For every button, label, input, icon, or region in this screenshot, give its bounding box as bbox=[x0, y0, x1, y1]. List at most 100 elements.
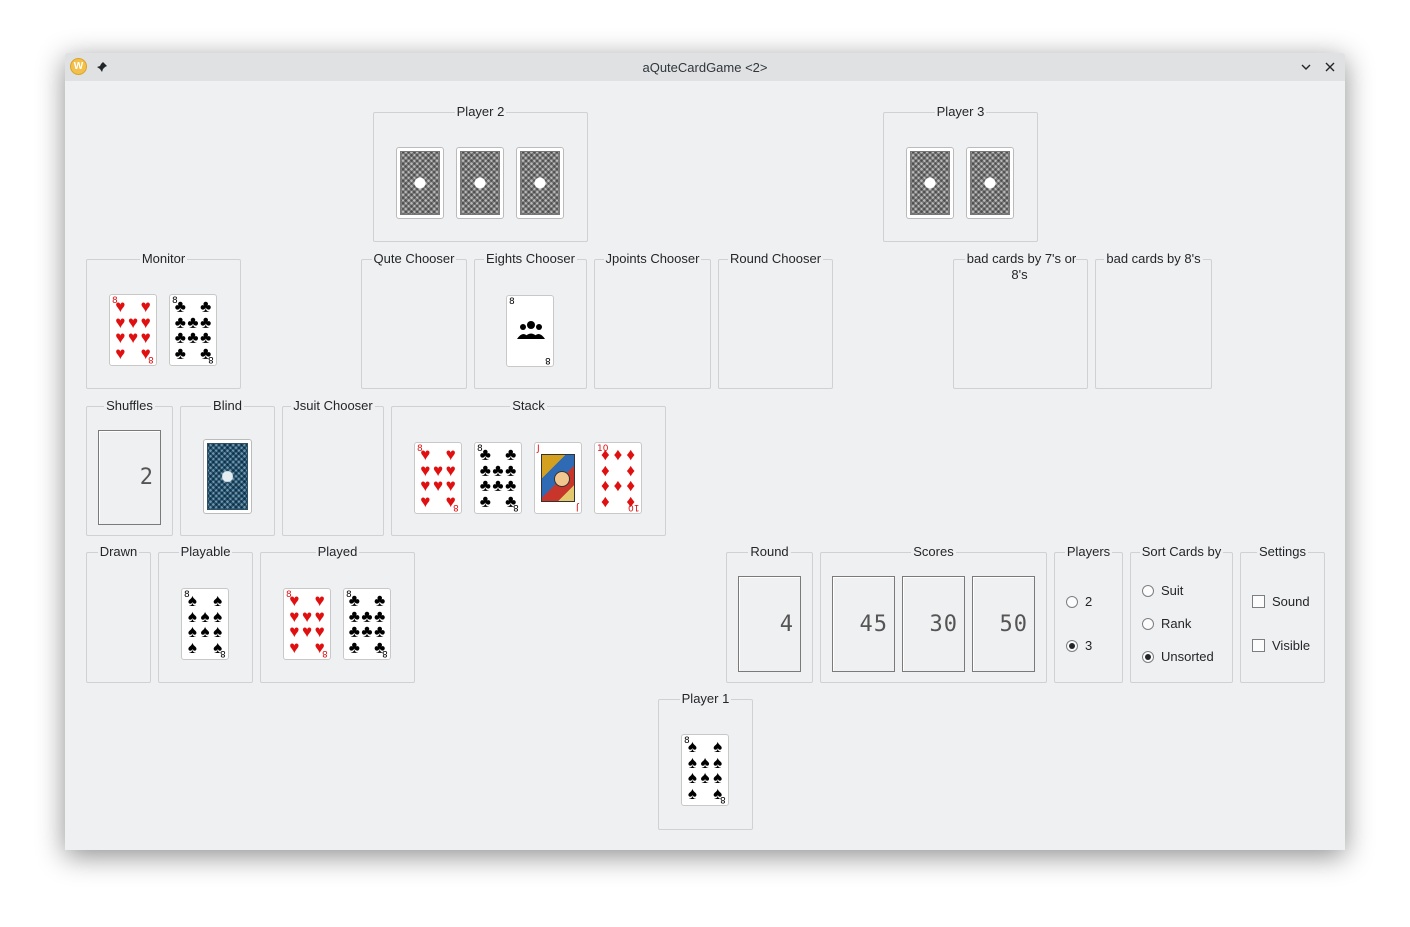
jack-face-icon bbox=[541, 454, 575, 502]
playing-card-J-hearts[interactable]: JJ bbox=[534, 442, 582, 514]
playing-card-8-clubs[interactable]: 8 8 ♣ ♣ ♣ ♣ ♣ ♣ ♣ ♣ ♣ ♣ bbox=[343, 588, 391, 660]
blind-label: Blind bbox=[211, 398, 244, 413]
sort-cards-group: Sort Cards by Suit Rank Unsorted bbox=[1130, 544, 1233, 683]
checkbox-label: Visible bbox=[1272, 638, 1311, 653]
jpoints-chooser-label: Jpoints Chooser bbox=[603, 251, 702, 266]
settings-group: Settings Sound Visible bbox=[1240, 544, 1325, 683]
player2-group: Player 2 bbox=[373, 104, 588, 242]
eights-chooser-card[interactable]: 8 8 bbox=[506, 295, 554, 367]
shuffles-label: Shuffles bbox=[104, 398, 155, 413]
diamonds-pips-icon: ♦ ♦ ♦ ♦ ♦ ♦ ♦ ♦ ♦ ♦ bbox=[600, 445, 635, 511]
setting-visible[interactable]: Visible bbox=[1252, 638, 1310, 653]
playing-card-8-clubs[interactable]: 8 8 ♣ ♣ ♣ ♣ ♣ ♣ ♣ ♣ ♣ ♣ bbox=[474, 442, 522, 514]
card-rank: 8 bbox=[509, 297, 515, 307]
player1-label: Player 1 bbox=[679, 691, 732, 706]
drawn-group: Drawn bbox=[86, 544, 151, 683]
window-title: aQuteCardGame <2> bbox=[642, 60, 768, 75]
radio-button[interactable] bbox=[1066, 639, 1078, 652]
jsuit-chooser-group: Jsuit Chooser bbox=[282, 398, 384, 536]
round-group: Round 4 bbox=[726, 544, 813, 683]
playable-label: Playable bbox=[178, 544, 233, 559]
bad-cards-7or8-group: bad cards by 7's or 8's bbox=[953, 251, 1088, 389]
playing-card-8-hearts[interactable]: 8 8 ♥ ♥ ♥ ♥ ♥ ♥ ♥ ♥ ♥ ♥ bbox=[283, 588, 331, 660]
blind-group: Blind bbox=[180, 398, 275, 536]
setting-sound[interactable]: Sound bbox=[1252, 594, 1310, 609]
player2-label: Player 2 bbox=[454, 104, 507, 119]
radio-label: Suit bbox=[1161, 583, 1184, 598]
sort-cards-label: Sort Cards by bbox=[1139, 544, 1224, 559]
jpoints-chooser-group: Jpoints Chooser bbox=[594, 251, 711, 389]
card-rank: 8 bbox=[545, 355, 551, 365]
sort-option-unsorted[interactable]: Unsorted bbox=[1142, 649, 1214, 664]
radio-label: Unsorted bbox=[1161, 649, 1214, 664]
eights-chooser-group: Eights Chooser 8 8 bbox=[474, 251, 587, 389]
title-bar: W aQuteCardGame <2> bbox=[65, 53, 1345, 81]
qute-chooser-label: Qute Chooser bbox=[371, 251, 457, 266]
playing-card-8-spades[interactable]: 8 8 ♠ ♠ ♠ ♠ ♠ ♠ ♠ ♠ ♠ ♠ bbox=[181, 588, 229, 660]
playing-card-8-clubs[interactable]: 8 8 ♣ ♣ ♣ ♣ ♣ ♣ ♣ ♣ ♣ ♣ bbox=[169, 294, 217, 366]
monitor-label: Monitor bbox=[139, 251, 188, 266]
shuffles-group: Shuffles 2 bbox=[86, 398, 173, 536]
card-back[interactable] bbox=[516, 147, 564, 219]
player3-group: Player 3 bbox=[883, 104, 1038, 242]
clubs-pips-icon: ♣ ♣ ♣ ♣ ♣ ♣ ♣ ♣ ♣ ♣ bbox=[479, 445, 517, 511]
bad-cards-8-label: bad cards by 8's bbox=[1104, 251, 1203, 266]
radio-button[interactable] bbox=[1142, 617, 1154, 630]
round-chooser-group: Round Chooser bbox=[718, 251, 833, 389]
checkbox-label: Sound bbox=[1272, 594, 1310, 609]
players-label: Players bbox=[1064, 544, 1113, 559]
hearts-pips-icon: ♥ ♥ ♥ ♥ ♥ ♥ ♥ ♥ ♥ ♥ bbox=[289, 591, 325, 657]
blind-card-back[interactable] bbox=[203, 439, 252, 514]
score-display-player3: 50 bbox=[972, 576, 1035, 672]
settings-label: Settings bbox=[1257, 544, 1308, 559]
scores-label: Scores bbox=[911, 544, 956, 559]
round-label: Round bbox=[748, 544, 791, 559]
minimize-chevron-icon[interactable] bbox=[1297, 58, 1315, 76]
players-group-icon bbox=[517, 321, 545, 339]
radio-button[interactable] bbox=[1142, 584, 1154, 597]
card-back[interactable] bbox=[966, 147, 1014, 219]
radio-label: Rank bbox=[1161, 616, 1192, 631]
radio-label: 3 bbox=[1085, 638, 1093, 653]
spades-pips-icon: ♠ ♠ ♠ ♠ ♠ ♠ ♠ ♠ ♠ ♠ bbox=[187, 591, 223, 657]
drawn-label: Drawn bbox=[97, 544, 140, 559]
players-option-2[interactable]: 2 bbox=[1066, 594, 1092, 609]
round-chooser-label: Round Chooser bbox=[727, 251, 824, 266]
card-back[interactable] bbox=[456, 147, 504, 219]
playing-card-10-diamonds[interactable]: 10 10 ♦ ♦ ♦ ♦ ♦ ♦ ♦ ♦ ♦ ♦ bbox=[594, 442, 642, 514]
bad-cards-7or8-label: bad cards by 7's or 8's bbox=[964, 251, 1077, 282]
score-display-player2: 30 bbox=[902, 576, 965, 672]
spades-pips-icon: ♠ ♠ ♠ ♠ ♠ ♠ ♠ ♠ ♠ ♠ bbox=[687, 737, 723, 803]
radio-button[interactable] bbox=[1142, 650, 1154, 663]
eights-chooser-label: Eights Chooser bbox=[484, 251, 577, 266]
played-label: Played bbox=[315, 544, 360, 559]
round-display: 4 bbox=[738, 576, 801, 672]
stack-label: Stack bbox=[510, 398, 547, 413]
played-group: Played 8 8 ♥ ♥ ♥ ♥ ♥ ♥ ♥ ♥ ♥ ♥ 8 8 ♣ ♣ ♣ ♣ ♣ ♣ ♣ ♣ ♣ ♣ bbox=[260, 544, 415, 683]
jsuit-chooser-label: Jsuit Chooser bbox=[291, 398, 375, 413]
card-back[interactable] bbox=[906, 147, 954, 219]
playing-card-8-hearts[interactable]: 8 8 ♥ ♥ ♥ ♥ ♥ ♥ ♥ ♥ ♥ ♥ bbox=[414, 442, 462, 514]
stack-group: Stack 8 8 ♥ ♥ ♥ ♥ ♥ ♥ ♥ ♥ ♥ ♥ 8 8 ♣ ♣ ♣ ♣ ♣ ♣ ♣ ♣ ♣ ♣ J J 10 10 ♦ ♦ ♦ ♦… bbox=[391, 398, 666, 536]
sort-option-suit[interactable]: Suit bbox=[1142, 583, 1183, 598]
player3-label: Player 3 bbox=[934, 104, 987, 119]
qute-chooser-group: Qute Chooser bbox=[361, 251, 467, 389]
players-option-3[interactable]: 3 bbox=[1066, 638, 1092, 653]
close-icon[interactable] bbox=[1321, 58, 1339, 76]
checkbox[interactable] bbox=[1252, 639, 1265, 652]
card-back[interactable] bbox=[396, 147, 444, 219]
radio-button[interactable] bbox=[1066, 595, 1078, 608]
checkbox[interactable] bbox=[1252, 595, 1265, 608]
card-rank: J bbox=[537, 444, 540, 454]
monitor-group: Monitor 8 8 ♥ ♥ ♥ ♥ ♥ ♥ ♥ ♥ ♥ ♥ 8 8 ♣ ♣ ♣ ♣ ♣ ♣ ♣ ♣ ♣ ♣ bbox=[86, 251, 241, 389]
score-display-player1: 45 bbox=[832, 576, 895, 672]
hearts-pips-icon: ♥ ♥ ♥ ♥ ♥ ♥ ♥ ♥ ♥ ♥ bbox=[115, 297, 151, 363]
clubs-pips-icon: ♣ ♣ ♣ ♣ ♣ ♣ ♣ ♣ ♣ ♣ bbox=[348, 591, 386, 657]
playing-card-8-hearts[interactable]: 8 8 ♥ ♥ ♥ ♥ ♥ ♥ ♥ ♥ ♥ ♥ bbox=[109, 294, 157, 366]
hearts-pips-icon: ♥ ♥ ♥ ♥ ♥ ♥ ♥ ♥ ♥ ♥ bbox=[420, 445, 456, 511]
playable-group: Playable 8 8 ♠ ♠ ♠ ♠ ♠ ♠ ♠ ♠ ♠ ♠ bbox=[158, 544, 253, 683]
sort-option-rank[interactable]: Rank bbox=[1142, 616, 1191, 631]
app-window: W aQuteCardGame <2> Player 2 Player 3 Mo… bbox=[65, 53, 1345, 850]
scores-group: Scores 45 30 50 bbox=[820, 544, 1047, 683]
playing-card-8-spades[interactable]: 8 8 ♠ ♠ ♠ ♠ ♠ ♠ ♠ ♠ ♠ ♠ bbox=[681, 734, 729, 806]
